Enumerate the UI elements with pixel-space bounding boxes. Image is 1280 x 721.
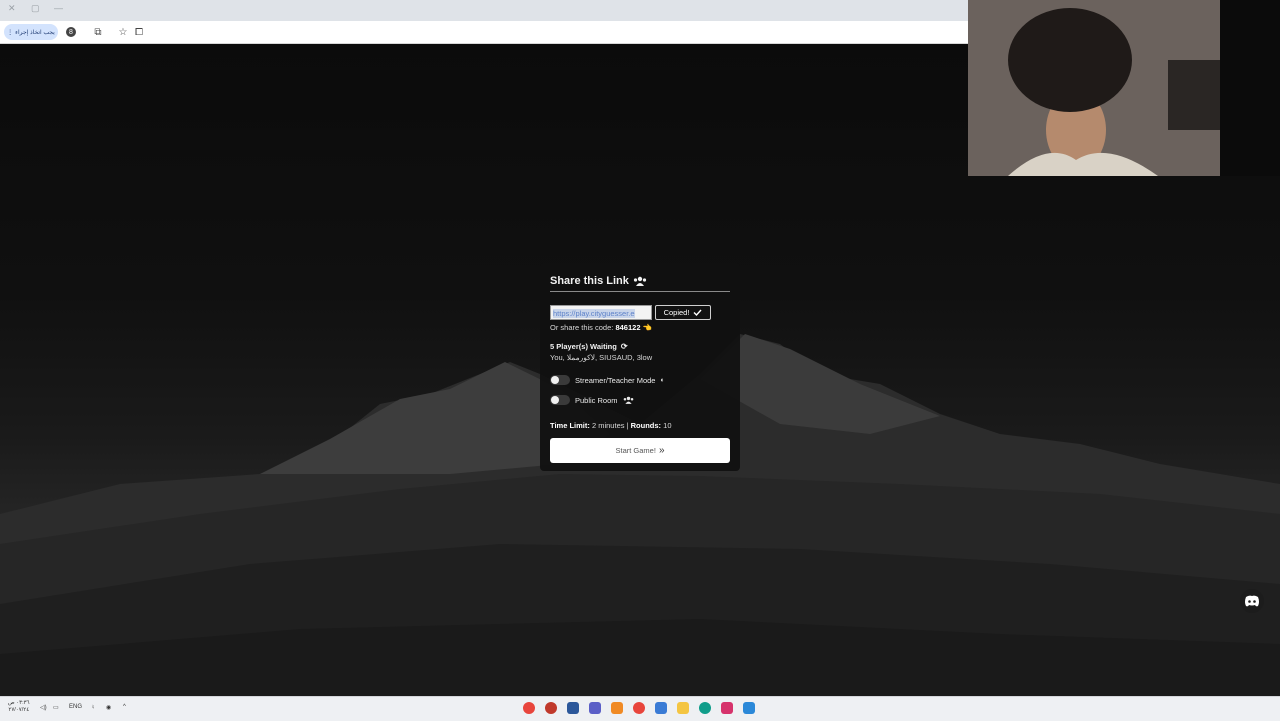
- players-waiting-label: 5 Player(s) Waiting: [550, 342, 617, 351]
- share-code-value: 846122: [615, 323, 641, 332]
- refresh-spinner-icon: ⟳: [620, 342, 628, 351]
- streamer-face-image: [968, 0, 1220, 176]
- eye-slash-icon: ◐: [660, 376, 665, 384]
- chrome-icon[interactable]: [523, 702, 535, 714]
- streamer-mode-row: Streamer/Teacher Mode ◐: [550, 375, 665, 385]
- double-chevron-right-icon: »: [658, 445, 665, 456]
- time-limit-label: Time Limit:: [550, 421, 590, 430]
- share-code-line: Or share this code: 846122 👈: [550, 323, 652, 332]
- pointing-hand-icon: 👈: [642, 323, 652, 332]
- modal-title-row: Share this Link: [550, 275, 647, 287]
- clock-date: ٢٧/٠٧/٢٤: [8, 707, 30, 713]
- modal-title: Share this Link: [550, 275, 629, 287]
- discord-icon: [1245, 595, 1259, 607]
- checkmark-icon: [693, 309, 702, 316]
- copy-link-button[interactable]: Copied!: [655, 305, 711, 320]
- share-code-prefix: Or share this code:: [550, 323, 614, 332]
- start-game-button[interactable]: Start Game! »: [550, 438, 730, 463]
- language-indicator[interactable]: ENG: [69, 704, 82, 710]
- edge-icon[interactable]: [699, 702, 711, 714]
- microphone-icon[interactable]: ♮: [92, 704, 94, 711]
- app-multicolor-icon[interactable]: [721, 702, 733, 714]
- show-hidden-icons-chevron-icon[interactable]: ^: [123, 704, 126, 710]
- profile-avatar[interactable]: 8: [66, 27, 76, 37]
- maximize-window-icon[interactable]: ▢: [31, 3, 40, 14]
- windows-start-icon[interactable]: [743, 702, 755, 714]
- windows-taskbar: ٠٣:٣٦ ص ٢٧/٠٧/٢٤ ◁) ▭ ENG ♮ ◉ ^: [0, 696, 1280, 721]
- streamer-mode-label: Streamer/Teacher Mode: [575, 375, 656, 385]
- extension-action-pill[interactable]: ⋮ يجب اتخاذ إجراء: [4, 24, 58, 40]
- time-limit-value: 2 minutes: [591, 421, 625, 430]
- copy-button-label: Copied!: [663, 308, 690, 317]
- extensions-puzzle-icon[interactable]: ⧠: [132, 25, 146, 39]
- public-room-toggle[interactable]: [550, 395, 570, 405]
- mail-icon[interactable]: [655, 702, 667, 714]
- app-orange-icon[interactable]: [611, 702, 623, 714]
- webcam-overlay: [968, 0, 1220, 176]
- players-list: You, لاكورمملا, SIUSAUD, 3low: [550, 353, 653, 362]
- settings-separator: |: [626, 421, 629, 430]
- public-room-label: Public Room: [575, 395, 618, 405]
- browser-toolbar: ⋮ يجب اتخاذ إجراء 8 ⧉ ☆ ⧠: [0, 21, 968, 44]
- clock[interactable]: ٠٣:٣٦ ص ٢٧/٠٧/٢٤: [8, 700, 30, 714]
- webcam-side-strip: [1220, 0, 1280, 176]
- network-icon[interactable]: ▭: [53, 704, 59, 711]
- cast-icon[interactable]: ⧉: [91, 25, 105, 39]
- bookmark-star-icon[interactable]: ☆: [116, 25, 130, 39]
- browser-tab-strip: ✕ ▢ —: [0, 0, 968, 21]
- players-waiting-row: 5 Player(s) Waiting ⟳: [550, 342, 628, 351]
- close-window-icon[interactable]: ✕: [8, 3, 16, 14]
- start-game-label: Start Game!: [615, 446, 656, 455]
- users-icon: [623, 396, 633, 404]
- public-room-row: Public Room: [550, 395, 634, 405]
- extension-action-label: يجب اتخاذ إجراء: [15, 29, 55, 36]
- streamer-mode-toggle[interactable]: [550, 375, 570, 385]
- clock-time: ٠٣:٣٦ ص: [8, 700, 30, 706]
- store-icon[interactable]: [567, 702, 579, 714]
- modal-divider: [550, 291, 730, 292]
- users-icon: [633, 276, 646, 286]
- app-recorder-icon[interactable]: [633, 702, 645, 714]
- volume-icon[interactable]: ◁): [40, 704, 47, 711]
- minimize-window-icon[interactable]: —: [54, 3, 63, 13]
- game-settings-line: Time Limit: 2 minutes | Rounds: 10: [550, 421, 672, 430]
- share-link-modal: Share this Link https://play.cityguesser…: [540, 263, 740, 471]
- rounds-label: Rounds:: [630, 421, 662, 430]
- teams-icon[interactable]: [589, 702, 601, 714]
- discord-button[interactable]: [1240, 589, 1264, 613]
- share-link-input[interactable]: https://play.cityguesser.e: [550, 305, 652, 320]
- more-dots-icon: ⋮: [7, 29, 14, 36]
- rounds-value: 10: [663, 421, 672, 430]
- app-red-icon[interactable]: [545, 702, 557, 714]
- tray-app-icon[interactable]: ◉: [106, 704, 111, 711]
- file-explorer-icon[interactable]: [677, 702, 689, 714]
